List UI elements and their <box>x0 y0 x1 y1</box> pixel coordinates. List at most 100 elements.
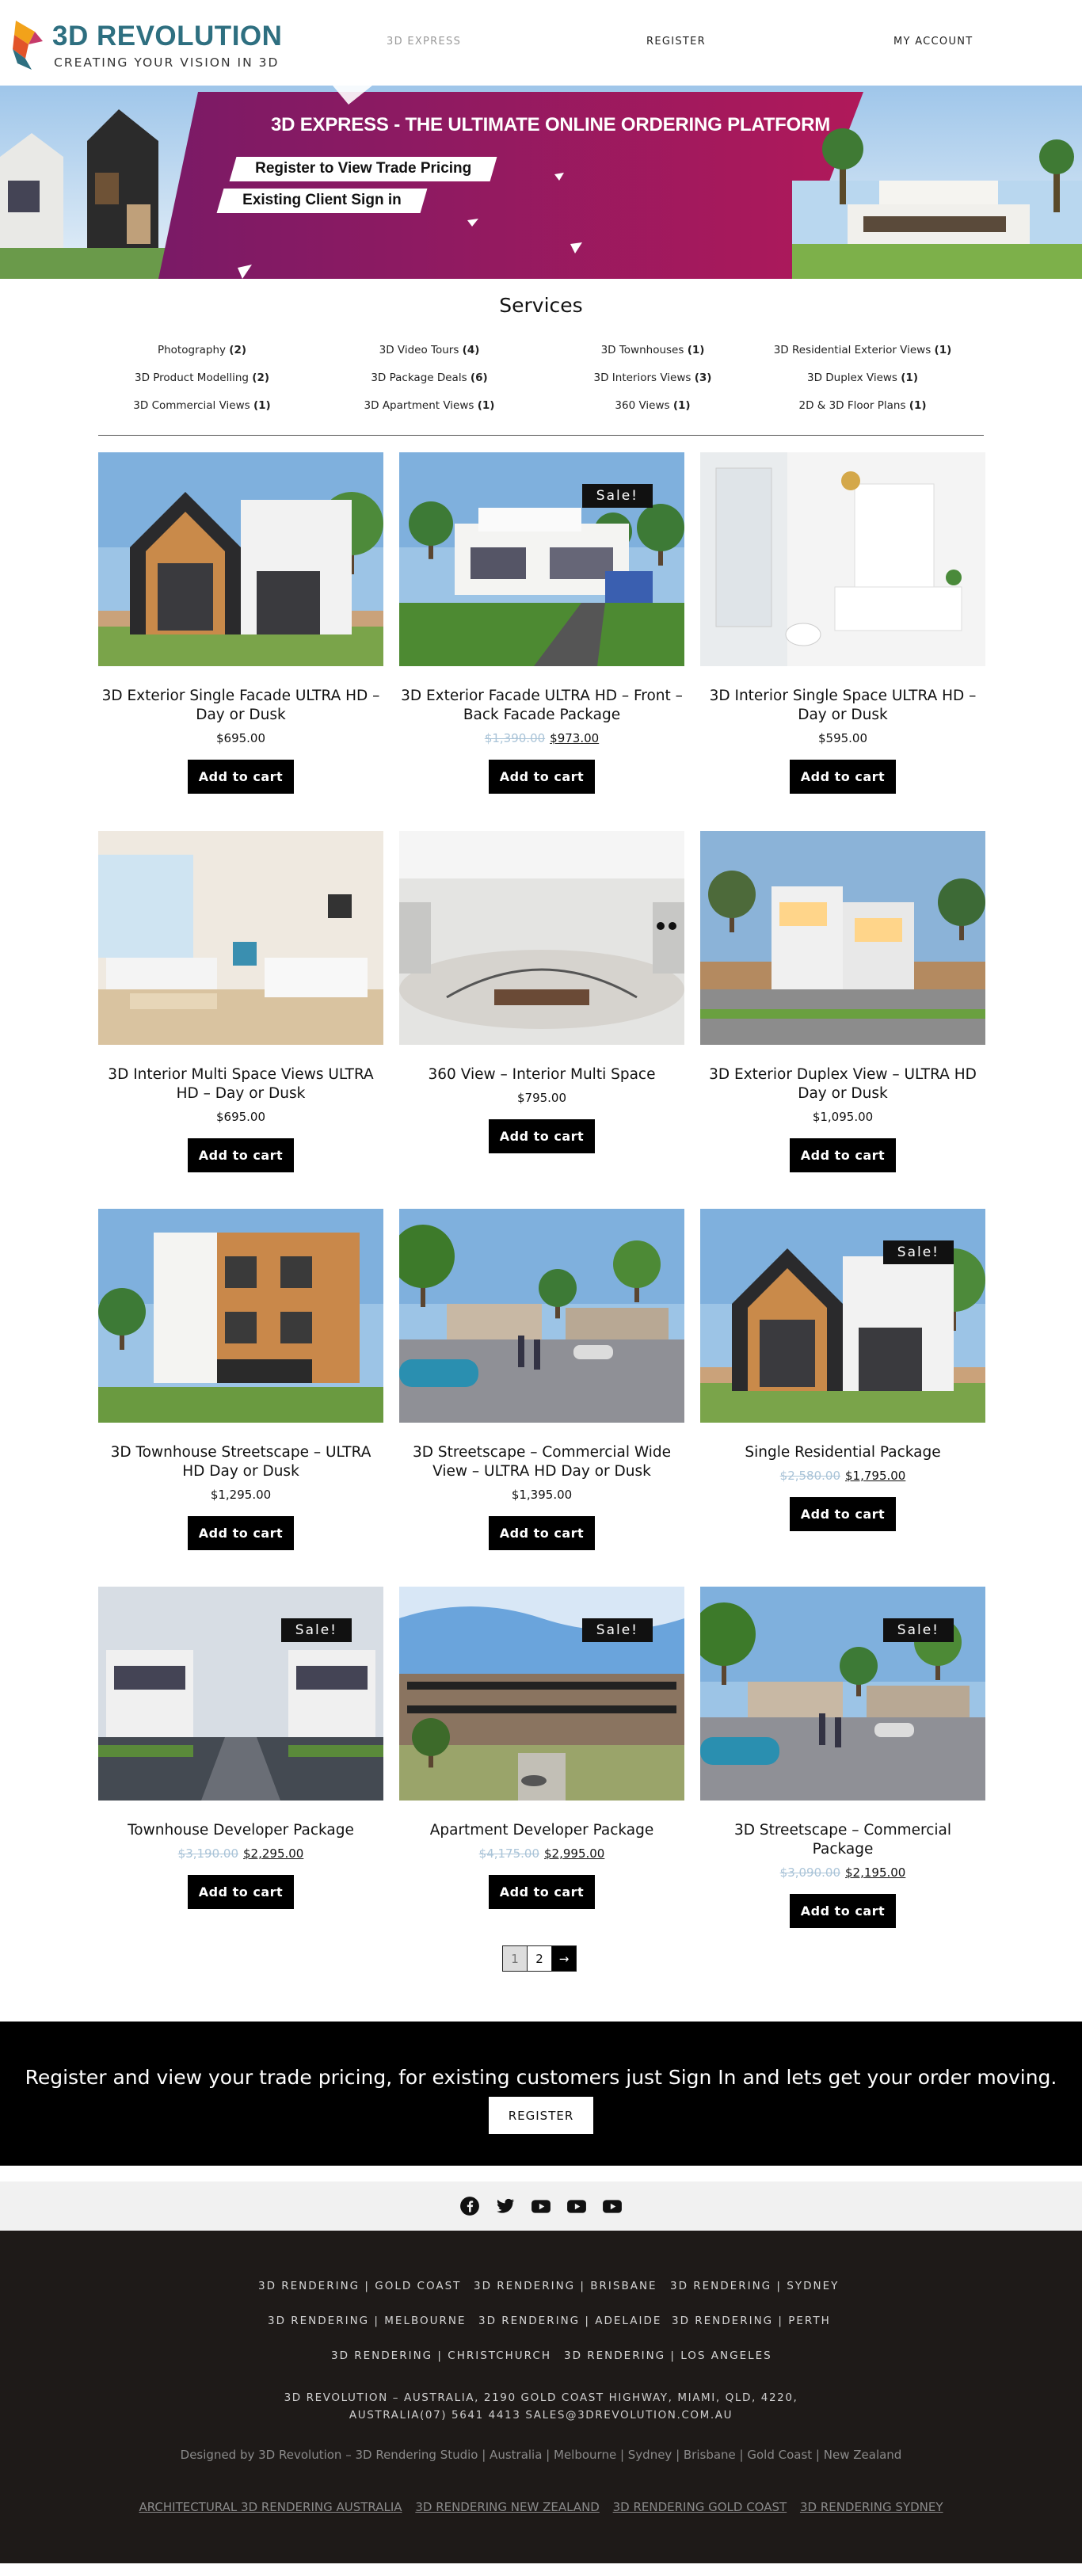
hero-register-button[interactable]: Register to View Trade Pricing <box>229 157 497 181</box>
product-title[interactable]: 3D Streetscape – Commercial Wide View – … <box>399 1443 684 1481</box>
service-count: (3) <box>694 372 712 384</box>
service-link[interactable]: 3D Interiors Views (3) <box>594 372 712 384</box>
add-to-cart-button[interactable]: Add to cart <box>790 1138 896 1172</box>
product-title[interactable]: 3D Interior Single Space ULTRA HD – Day … <box>700 687 985 725</box>
next-page-link[interactable]: → <box>551 1945 577 1972</box>
service-link[interactable]: 3D Apartment Views (1) <box>364 399 495 412</box>
product-image[interactable] <box>399 831 684 1045</box>
add-to-cart-button[interactable]: Add to cart <box>188 760 294 794</box>
divider <box>98 435 984 436</box>
service-label: 3D Package Deals <box>371 372 467 384</box>
service-label: 3D Video Tours <box>379 344 459 356</box>
nav-my-account[interactable]: MY ACCOUNT <box>893 36 973 48</box>
product-title[interactable]: 3D Townhouse Streetscape – ULTRA HD Day … <box>98 1443 383 1481</box>
product-title[interactable]: 3D Exterior Facade ULTRA HD – Front – Ba… <box>399 687 684 725</box>
footer-link[interactable]: 3D RENDERING | BRISBANE <box>474 2280 657 2292</box>
product-title[interactable]: 3D Exterior Single Facade ULTRA HD – Day… <box>98 687 383 725</box>
product-image[interactable] <box>98 831 383 1045</box>
product-image[interactable] <box>399 1209 684 1423</box>
product-title[interactable]: 3D Exterior Duplex View – ULTRA HD Day o… <box>700 1065 985 1103</box>
regular-price: $1,295.00 <box>210 1488 272 1502</box>
product-price: $1,095.00 <box>700 1110 985 1124</box>
service-link[interactable]: 3D Video Tours (4) <box>379 344 480 356</box>
product-card: Sale! 3D Streetscape – Commercial Package… <box>700 1587 985 1928</box>
product-price: $695.00 <box>98 731 383 745</box>
product-title[interactable]: Townhouse Developer Package <box>98 1821 383 1840</box>
twitter-icon[interactable] <box>495 2196 516 2216</box>
hero-signin-button[interactable]: Existing Client Sign in <box>216 189 428 213</box>
footer-link[interactable]: 3D RENDERING | CHRISTCHURCH <box>331 2349 551 2362</box>
youtube-icon[interactable] <box>566 2196 587 2216</box>
footer-link[interactable]: 3D RENDERING | MELBOURNE <box>268 2315 467 2327</box>
product-title[interactable]: Apartment Developer Package <box>399 1821 684 1840</box>
add-to-cart-button[interactable]: Add to cart <box>489 760 595 794</box>
footer-bottom-links: ARCHITECTURAL 3D RENDERING AUSTRALIA 3D … <box>0 2500 1082 2514</box>
cta-register-button[interactable]: REGISTER <box>489 2097 593 2134</box>
add-to-cart-button[interactable]: Add to cart <box>790 760 896 794</box>
product-image[interactable] <box>700 452 985 666</box>
service-link[interactable]: Photography (2) <box>158 344 246 356</box>
footer-link[interactable]: 3D RENDERING | GOLD COAST <box>258 2280 461 2292</box>
product-title[interactable]: 360 View – Interior Multi Space <box>399 1065 684 1084</box>
service-label: Photography <box>157 344 226 356</box>
service-link[interactable]: 360 Views (1) <box>615 399 690 412</box>
service-link[interactable]: 3D Townhouses (1) <box>601 344 705 356</box>
footer-bottom-link[interactable]: 3D RENDERING NEW ZEALAND <box>415 2500 600 2514</box>
add-to-cart-button[interactable]: Add to cart <box>188 1516 294 1550</box>
service-link[interactable]: 3D Product Modelling (2) <box>135 372 269 384</box>
product-card: 360 View – Interior Multi Space $795.00 Ad… <box>399 831 684 1153</box>
product-image[interactable]: Sale! <box>700 1209 985 1423</box>
add-to-cart-button[interactable]: Add to cart <box>489 1516 595 1550</box>
service-link[interactable]: 3D Duplex Views (1) <box>807 372 918 384</box>
footer-link[interactable]: 3D RENDERING | SYDNEY <box>670 2280 839 2292</box>
product-title[interactable]: 3D Interior Multi Space Views ULTRA HD –… <box>98 1065 383 1103</box>
footer-link[interactable]: 3D RENDERING | PERTH <box>672 2315 831 2327</box>
product-card: 3D Interior Single Space ULTRA HD – Day … <box>700 452 985 794</box>
product-image[interactable] <box>98 452 383 666</box>
footer-link[interactable]: 3D RENDERING | LOS ANGELES <box>564 2349 772 2362</box>
add-to-cart-button[interactable]: Add to cart <box>188 1138 294 1172</box>
old-price: $3,090.00 <box>779 1865 840 1880</box>
service-link[interactable]: 3D Residential Exterior Views (1) <box>774 344 952 356</box>
service-link[interactable]: 2D & 3D Floor Plans (1) <box>798 399 926 412</box>
add-to-cart-button[interactable]: Add to cart <box>489 1875 595 1909</box>
old-price: $2,580.00 <box>779 1469 840 1483</box>
service-count: (2) <box>229 344 247 356</box>
service-count: (1) <box>934 344 952 356</box>
service-link[interactable]: 3D Commercial Views (1) <box>133 399 270 412</box>
product-image[interactable] <box>98 1209 383 1423</box>
page-2-link[interactable]: 2 <box>527 1945 552 1972</box>
services-title: Services <box>499 294 583 317</box>
product-image[interactable] <box>700 831 985 1045</box>
add-to-cart-button[interactable]: Add to cart <box>489 1119 595 1153</box>
nav-3d-express[interactable]: 3D EXPRESS <box>387 36 461 48</box>
logo-mark-icon <box>13 21 43 70</box>
sale-price: $1,795.00 <box>845 1469 906 1483</box>
sale-badge: Sale! <box>882 1240 954 1264</box>
site-logo[interactable]: 3D REVOLUTION CREATING YOUR VISION IN 3D <box>11 17 282 73</box>
service-link[interactable]: 3D Package Deals (6) <box>371 372 487 384</box>
footer-bottom-link[interactable]: ARCHITECTURAL 3D RENDERING AUSTRALIA <box>139 2500 402 2514</box>
nav-register[interactable]: REGISTER <box>646 36 706 48</box>
footer-bottom-link[interactable]: 3D RENDERING GOLD COAST <box>613 2500 787 2514</box>
footer-bottom-link[interactable]: 3D RENDERING SYDNEY <box>800 2500 943 2514</box>
service-count: (1) <box>672 399 691 412</box>
regular-price: $1,395.00 <box>511 1488 573 1502</box>
footer-link[interactable]: 3D RENDERING | ADELAIDE <box>478 2315 661 2327</box>
sale-price: $2,995.00 <box>544 1846 605 1861</box>
youtube-icon[interactable] <box>531 2196 551 2216</box>
product-title[interactable]: 3D Streetscape – Commercial Package <box>700 1821 985 1859</box>
product-title[interactable]: Single Residential Package <box>700 1443 985 1462</box>
product-image[interactable]: Sale! <box>700 1587 985 1801</box>
footer-address-line2: AUSTRALIA(07) 5641 4413 SALES@3DREVOLUTI… <box>349 2409 733 2422</box>
add-to-cart-button[interactable]: Add to cart <box>790 1497 896 1531</box>
product-image[interactable]: Sale! <box>98 1587 383 1801</box>
add-to-cart-button[interactable]: Add to cart <box>188 1875 294 1909</box>
regular-price: $795.00 <box>516 1091 567 1105</box>
add-to-cart-button[interactable]: Add to cart <box>790 1894 896 1928</box>
youtube-icon[interactable] <box>602 2196 623 2216</box>
old-price: $1,390.00 <box>484 731 546 745</box>
product-image[interactable]: Sale! <box>399 452 684 666</box>
product-image[interactable]: Sale! <box>399 1587 684 1801</box>
facebook-icon[interactable] <box>459 2196 480 2216</box>
